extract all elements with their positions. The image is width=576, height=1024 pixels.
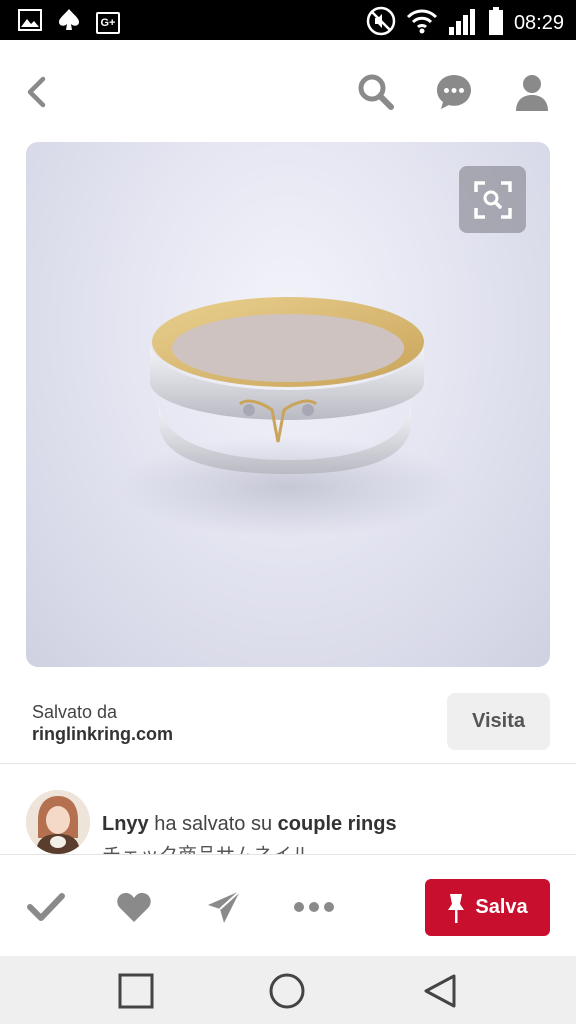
messages-icon xyxy=(437,75,471,109)
profile-icon xyxy=(516,75,548,111)
home-button[interactable] xyxy=(267,971,307,1011)
pin-icon xyxy=(448,893,465,923)
recent-apps-button[interactable] xyxy=(116,971,156,1011)
done-button[interactable] xyxy=(24,885,68,929)
back-button[interactable] xyxy=(16,70,56,114)
recent-apps-icon xyxy=(118,973,154,1009)
divider xyxy=(0,763,576,764)
gallery-icon xyxy=(18,9,42,36)
save-button[interactable]: Salva xyxy=(425,879,550,936)
activity-action: ha salvato su xyxy=(154,813,273,835)
home-icon xyxy=(269,973,305,1009)
avatar[interactable] xyxy=(26,790,90,854)
activity-text: Lnyy ha salvato su couple rings xyxy=(102,813,397,836)
system-nav-bar xyxy=(0,956,576,1024)
heart-icon xyxy=(117,892,151,922)
search-icon xyxy=(358,74,394,110)
send-icon xyxy=(208,890,241,923)
battery-icon xyxy=(488,7,504,40)
signal-icon xyxy=(448,7,478,40)
activity-user[interactable]: Lnyy xyxy=(102,813,149,835)
visit-button[interactable]: Visita xyxy=(447,693,550,750)
pin-image[interactable] xyxy=(26,142,550,667)
activity-board[interactable]: couple rings xyxy=(278,813,397,835)
send-button[interactable] xyxy=(202,885,246,929)
check-icon xyxy=(27,893,65,921)
action-bar: Salva xyxy=(0,854,576,956)
like-button[interactable] xyxy=(112,885,156,929)
source-domain-link[interactable]: ringlinkring.com xyxy=(32,724,173,745)
more-button[interactable] xyxy=(292,885,336,929)
activity-row[interactable]: Lnyy ha salvato su couple rings チェック商品サム… xyxy=(0,770,576,854)
visual-search-button[interactable] xyxy=(459,166,526,233)
visual-search-icon xyxy=(473,180,512,219)
google-plus-icon: G+ xyxy=(96,11,120,34)
wifi-icon xyxy=(406,8,438,39)
activity-subtitle: チェック商品サムネイル xyxy=(102,840,311,854)
back-icon xyxy=(27,76,46,108)
top-bar xyxy=(0,40,576,140)
mute-icon xyxy=(366,6,396,41)
status-time: 08:29 xyxy=(513,12,564,34)
saved-from-label: Salvato da xyxy=(32,702,118,722)
messages-button[interactable] xyxy=(432,70,476,114)
more-icon xyxy=(294,902,334,912)
profile-button[interactable] xyxy=(510,70,554,114)
save-label: Salva xyxy=(475,896,528,918)
spade-icon xyxy=(58,8,80,37)
back-triangle-icon xyxy=(424,974,456,1008)
system-back-button[interactable] xyxy=(420,971,460,1011)
search-button[interactable] xyxy=(354,70,398,114)
status-bar: G+ 08:29 xyxy=(0,0,576,40)
source-row: Salvato da ringlinkring.com Visita xyxy=(0,680,576,764)
